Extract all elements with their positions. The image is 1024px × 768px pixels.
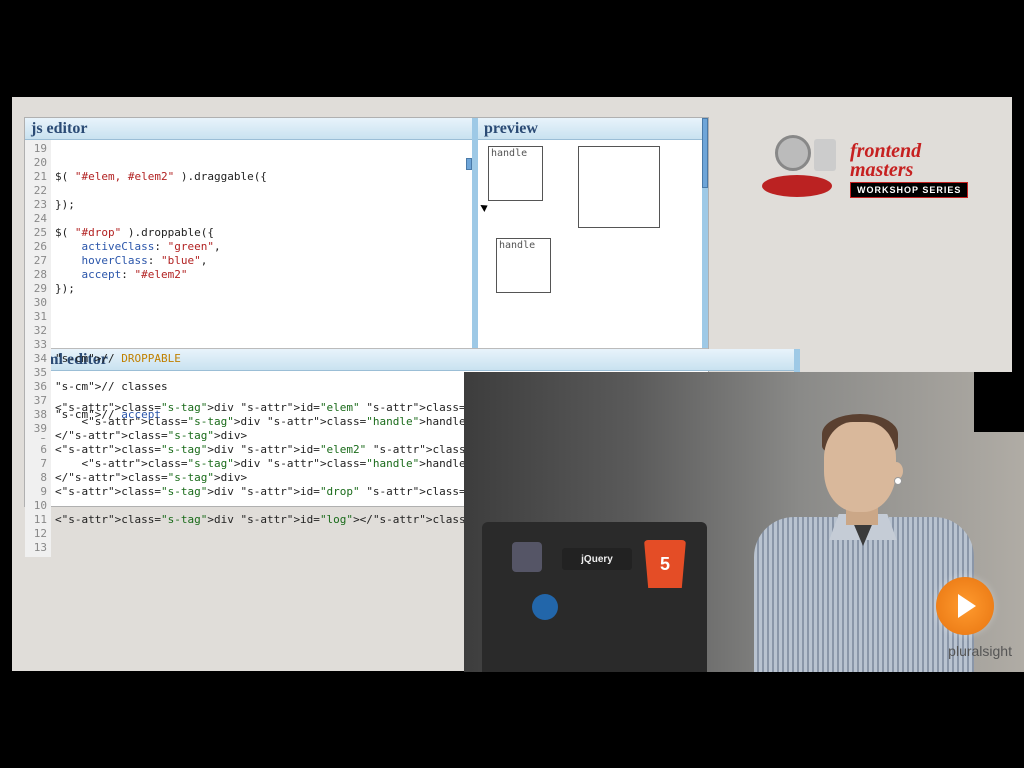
draggable-elem2[interactable]: handle <box>496 238 551 293</box>
js-editor-panel: js editor 192021222324252627282930313233… <box>25 118 478 348</box>
logo-graphic-icon <box>757 135 842 205</box>
frontend-masters-logo: frontend masters WORKSHOP SERIES <box>757 127 972 212</box>
logo-text: frontend masters WORKSHOP SERIES <box>850 142 968 198</box>
bluetooth-sticker-icon <box>532 594 558 620</box>
droppable-target[interactable] <box>578 146 660 228</box>
handle-label[interactable]: handle <box>491 148 527 159</box>
jquery-sticker-icon <box>562 548 632 570</box>
draggable-elem1[interactable]: handle <box>488 146 543 201</box>
cursor-icon <box>480 202 489 212</box>
preview-area[interactable]: handle handle <box>478 140 702 348</box>
html5-sticker-icon: 5 <box>644 540 686 588</box>
letterbox-top <box>0 0 1024 97</box>
js-code-text[interactable]: $( "#elem, #elem2" ).draggable({ }); $( … <box>51 140 472 438</box>
js-line-gutter: 1920212223242526272829303132333435363738… <box>25 140 51 438</box>
scrollbar-handle[interactable] <box>702 118 708 188</box>
pluralsight-brand: pluralsight <box>948 643 1012 659</box>
logo-line1: frontend <box>850 142 921 160</box>
presenter-video: 5 <box>464 372 1024 672</box>
logo-line3: WORKSHOP SERIES <box>850 182 968 198</box>
logo-line2: masters <box>850 160 913 180</box>
js-editor-title: js editor <box>25 118 472 140</box>
handle-label[interactable]: handle <box>499 240 535 251</box>
js-code-area[interactable]: 1920212223242526272829303132333435363738… <box>25 140 472 438</box>
slide-content: js editor 192021222324252627282930313233… <box>12 97 1012 671</box>
scrollbar-handle[interactable] <box>466 158 472 170</box>
laptop-icon: 5 <box>482 522 707 672</box>
octocat-sticker-icon <box>512 542 542 572</box>
top-row: js editor 192021222324252627282930313233… <box>25 118 708 348</box>
play-button[interactable] <box>936 577 994 635</box>
letterbox-bottom <box>0 671 1024 768</box>
preview-panel: preview handle handle <box>478 118 708 348</box>
preview-title: preview <box>478 118 702 140</box>
